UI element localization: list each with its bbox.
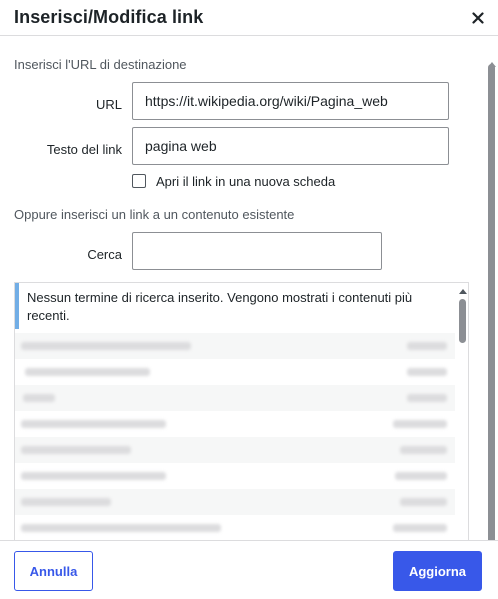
list-item[interactable] bbox=[15, 385, 455, 411]
results-scrollbar-thumb[interactable] bbox=[459, 299, 466, 343]
redacted-date bbox=[395, 472, 447, 480]
redacted-date bbox=[393, 524, 447, 532]
scrollbar-thumb[interactable] bbox=[488, 64, 495, 550]
url-input[interactable] bbox=[132, 82, 449, 120]
cancel-button[interactable]: Annulla bbox=[14, 551, 93, 591]
redacted-date bbox=[400, 446, 447, 454]
new-tab-option[interactable]: Apri il link in una nuova scheda bbox=[132, 172, 335, 190]
dialog-footer: Annulla Aggiorna bbox=[0, 540, 498, 599]
update-button[interactable]: Aggiorna bbox=[393, 551, 482, 591]
url-section-label: Inserisci l'URL di destinazione bbox=[14, 57, 187, 72]
redacted-title bbox=[21, 524, 221, 532]
redacted-title bbox=[25, 368, 150, 376]
list-item[interactable] bbox=[15, 437, 455, 463]
search-label: Cerca bbox=[87, 247, 122, 262]
redacted-title bbox=[21, 446, 131, 454]
dialog-scrollbar[interactable] bbox=[484, 42, 498, 550]
close-icon bbox=[472, 12, 484, 24]
list-item[interactable] bbox=[15, 489, 455, 515]
search-input[interactable] bbox=[132, 232, 382, 270]
existing-content-section-label: Oppure inserisci un link a un contenuto … bbox=[14, 207, 295, 222]
redacted-title bbox=[21, 498, 111, 506]
redacted-title bbox=[21, 342, 191, 350]
scroll-up-arrow-icon[interactable] bbox=[459, 289, 467, 294]
results-rows bbox=[15, 333, 455, 540]
new-tab-label: Apri il link in una nuova scheda bbox=[156, 173, 336, 189]
redacted-date bbox=[407, 394, 447, 402]
redacted-title bbox=[21, 472, 166, 480]
dialog-title: Inserisci/Modifica link bbox=[14, 7, 204, 27]
results-list: Nessun termine di ricerca inserito. Veng… bbox=[14, 282, 469, 540]
link-text-input[interactable] bbox=[132, 127, 449, 165]
new-tab-checkbox[interactable] bbox=[132, 174, 146, 188]
redacted-date bbox=[407, 368, 447, 376]
link-text-label: Testo del link bbox=[46, 142, 122, 157]
redacted-title bbox=[23, 394, 55, 402]
list-item[interactable] bbox=[15, 463, 455, 489]
list-item[interactable] bbox=[15, 333, 455, 359]
results-scrollbar[interactable] bbox=[456, 283, 468, 540]
no-search-notice: Nessun termine di ricerca inserito. Veng… bbox=[15, 283, 455, 329]
list-item[interactable] bbox=[15, 515, 455, 540]
list-item[interactable] bbox=[15, 359, 455, 385]
redacted-date bbox=[393, 420, 447, 428]
dialog-titlebar: Inserisci/Modifica link bbox=[0, 0, 498, 36]
close-button[interactable] bbox=[466, 7, 490, 29]
redacted-date bbox=[400, 498, 447, 506]
url-label: URL bbox=[95, 97, 122, 112]
redacted-title bbox=[21, 420, 166, 428]
redacted-date bbox=[407, 342, 447, 350]
list-item[interactable] bbox=[15, 411, 455, 437]
